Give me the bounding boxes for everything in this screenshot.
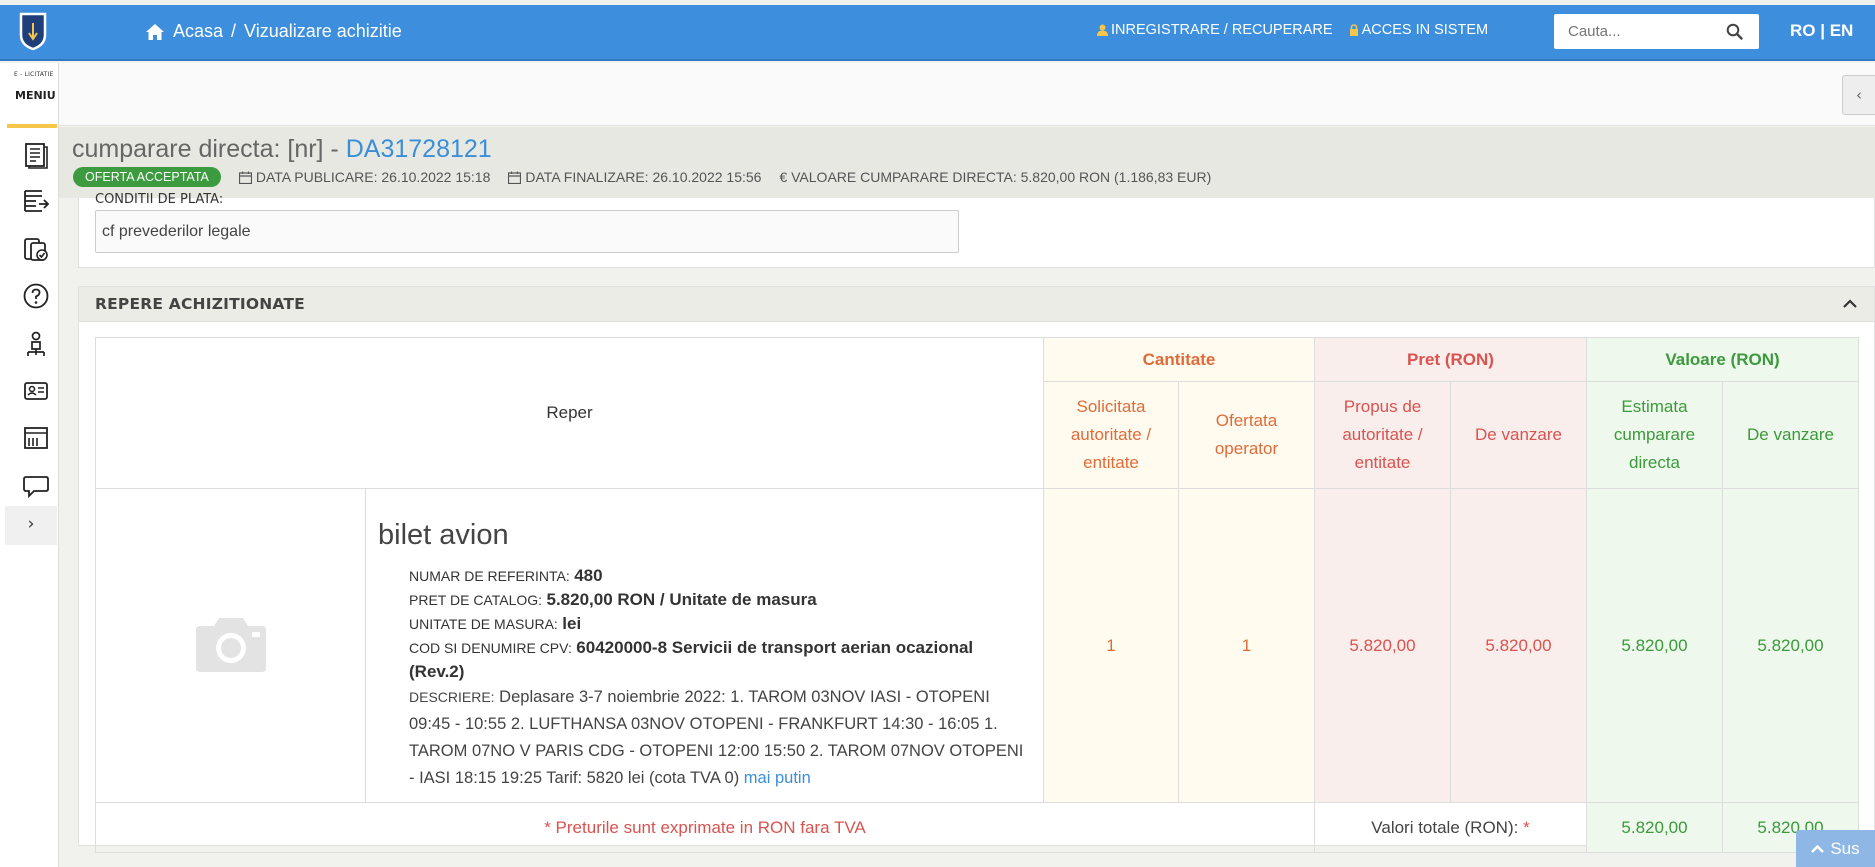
item-catalog-price: PRET DE CATALOG: 5.820,00 RON / Unitate …: [378, 588, 1031, 612]
subheader-value-estimated: Estimata cumparare directa: [1586, 381, 1723, 489]
top-bar: Acasa / Vizualizare achizitie INREGISTRA…: [0, 5, 1875, 61]
sidebar: E - LICITATIE MENIU ›: [0, 63, 59, 867]
item-reference: NUMAR DE REFERINTA: 480: [378, 564, 1031, 588]
home-icon[interactable]: [145, 23, 165, 41]
search-icon[interactable]: [1726, 23, 1743, 40]
payment-conditions-card: CONDITII DE PLATA: cf prevederilor legal…: [78, 192, 1875, 268]
item-details: bilet avion NUMAR DE REFERINTA: 480 PRET…: [365, 488, 1044, 803]
user-tree-icon[interactable]: [22, 330, 50, 358]
final-date: DATA FINALIZARE: 26.10.2022 15:56: [508, 169, 761, 185]
breadcrumb: Acasa / Vizualizare achizitie: [145, 21, 402, 42]
subheader-price-sale: De vanzare: [1450, 381, 1587, 489]
column-header-reper: Reper: [95, 337, 1044, 489]
group-header-value: Valoare (RON): [1586, 337, 1859, 382]
totals-label-text: Valori totale (RON):: [1371, 817, 1519, 837]
purchased-items-panel: REPERE ACHIZITIONATE Reper Cantitate Pre…: [78, 286, 1875, 853]
checked-folder-icon[interactable]: [22, 235, 50, 263]
group-header-quantity: Cantitate: [1043, 337, 1315, 382]
table-row: bilet avion NUMAR DE REFERINTA: 480 PRET…: [95, 488, 1859, 803]
calendar-icon: [238, 171, 252, 184]
payment-conditions-field: cf prevederilor legale: [95, 210, 959, 253]
breadcrumb-current: Vizualizare achizitie: [244, 21, 402, 41]
cell-value-estimated: 5.820,00: [1586, 488, 1723, 803]
subheader-qty-offered: Ofertata operator: [1178, 381, 1315, 489]
document-list-icon[interactable]: [22, 141, 50, 169]
publish-date: DATA PUBLICARE: 26.10.2022 15:18: [238, 169, 491, 185]
cell-value-sale: 5.820,00: [1722, 488, 1859, 803]
items-table: Reper Cantitate Pret (RON) Valoare (RON)…: [95, 337, 1859, 853]
export-list-icon[interactable]: [22, 187, 50, 215]
breadcrumb-separator: /: [231, 21, 237, 41]
camera-placeholder-icon: [195, 618, 266, 672]
totals-label: Valori totale (RON): *: [1314, 802, 1587, 853]
search-input[interactable]: [1554, 14, 1724, 49]
payment-conditions-label: CONDITII DE PLATA:: [95, 192, 224, 207]
catalog-price-value: 5.820,00 RON / Unitate de masura: [546, 590, 817, 609]
page-title: cumparare directa: [nr] - DA31728121: [72, 135, 492, 164]
totals-star: *: [1523, 817, 1530, 837]
direct-purchase-value: € VALOARE CUMPARARE DIRECTA: 5.820,00 RO…: [779, 169, 1212, 185]
procurement-meta: OFERTA ACCEPTATA DATA PUBLICARE: 26.10.2…: [73, 167, 1211, 187]
item-cpv: COD SI DENUMIRE CPV: 60420000-8 Servicii…: [378, 636, 1031, 684]
breadcrumb-home[interactable]: Acasa: [173, 21, 223, 42]
catalog-icon[interactable]: [22, 424, 50, 452]
subheader-value-sale: De vanzare: [1722, 381, 1859, 489]
cell-price-proposed: 5.820,00: [1314, 488, 1451, 803]
publish-date-label: DATA PUBLICARE: 26.10.2022 15:18: [255, 169, 491, 185]
totals-row: * Preturile sunt exprimate in RON fara T…: [95, 802, 1859, 853]
sidebar-expand-button[interactable]: ›: [5, 506, 57, 545]
group-header-price: Pret (RON): [1314, 337, 1587, 382]
scroll-top-label: Sus: [1830, 838, 1860, 858]
cpv-label: COD SI DENUMIRE CPV:: [409, 640, 572, 656]
title-prefix: cumparare directa: [nr] -: [72, 135, 346, 163]
panel-header[interactable]: REPERE ACHIZITIONATE: [79, 287, 1874, 322]
search-box: [1554, 14, 1759, 49]
unit-value: lei: [562, 614, 582, 633]
item-description: DESCRIERE: Deplasare 3-7 noiembrie 2022:…: [378, 684, 1031, 792]
cell-price-sale: 5.820,00: [1450, 488, 1587, 803]
user-icon: [1097, 24, 1108, 36]
procurement-code: DA31728121: [345, 135, 492, 163]
collapse-panel-button[interactable]: ‹: [1842, 75, 1875, 115]
item-image: [95, 488, 366, 803]
sidebar-accent-bar: [7, 124, 57, 128]
unit-label: UNITATE DE MASURA:: [409, 616, 558, 632]
catalog-price-label: PRET DE CATALOG:: [409, 592, 543, 608]
language-switch[interactable]: RO | EN: [1790, 21, 1853, 41]
cell-qty-offered: 1: [1178, 488, 1315, 803]
item-name: bilet avion: [378, 519, 509, 551]
show-less-link[interactable]: mai putin: [744, 769, 811, 787]
final-date-label: DATA FINALIZARE: 26.10.2022 15:56: [525, 169, 762, 185]
reference-value: 480: [574, 566, 603, 585]
description-label: DESCRIERE:: [409, 689, 495, 705]
subheader-qty-requested: Solicitata autoritate / entitate: [1043, 381, 1179, 489]
chevron-up-icon[interactable]: [1842, 296, 1858, 312]
id-card-icon[interactable]: [22, 377, 50, 405]
vat-note: * Preturile sunt exprimate in RON fara T…: [95, 802, 1315, 853]
help-icon[interactable]: [22, 282, 50, 310]
item-unit: UNITATE DE MASURA: lei: [378, 612, 1031, 636]
sidebar-brand: E - LICITATIE: [14, 71, 54, 78]
register-link-label: INREGISTRARE / RECUPERARE: [1111, 22, 1333, 38]
reference-label: NUMAR DE REFERINTA:: [409, 568, 570, 584]
chevron-up-icon: [1811, 844, 1825, 853]
sidebar-menu-label[interactable]: MENIU: [15, 89, 56, 102]
calendar-icon: [508, 171, 522, 184]
description-value: Deplasare 3-7 noiembrie 2022: 1. TAROM 0…: [409, 688, 1024, 787]
scroll-top-button[interactable]: Sus: [1796, 830, 1875, 867]
procurement-header: cumparare directa: [nr] - DA31728121 OFE…: [59, 127, 1875, 198]
total-estimated: 5.820,00: [1586, 802, 1723, 853]
register-link[interactable]: INREGISTRARE / RECUPERARE: [1097, 22, 1333, 38]
login-link-label: ACCES IN SISTEM: [1361, 22, 1489, 38]
chat-icon[interactable]: [22, 472, 50, 500]
top-links: INREGISTRARE / RECUPERARE ACCES IN SISTE…: [1097, 22, 1488, 38]
subheader-price-proposed: Propus de autoritate / entitate: [1314, 381, 1451, 489]
cell-qty-requested: 1: [1043, 488, 1179, 803]
secondary-toolbar: ‹: [59, 63, 1875, 126]
status-badge: OFERTA ACCEPTATA: [73, 167, 221, 187]
lock-icon: [1349, 24, 1358, 36]
login-link[interactable]: ACCES IN SISTEM: [1349, 22, 1489, 38]
panel-title: REPERE ACHIZITIONATE: [95, 295, 305, 313]
logo-shield-icon[interactable]: [18, 11, 48, 51]
